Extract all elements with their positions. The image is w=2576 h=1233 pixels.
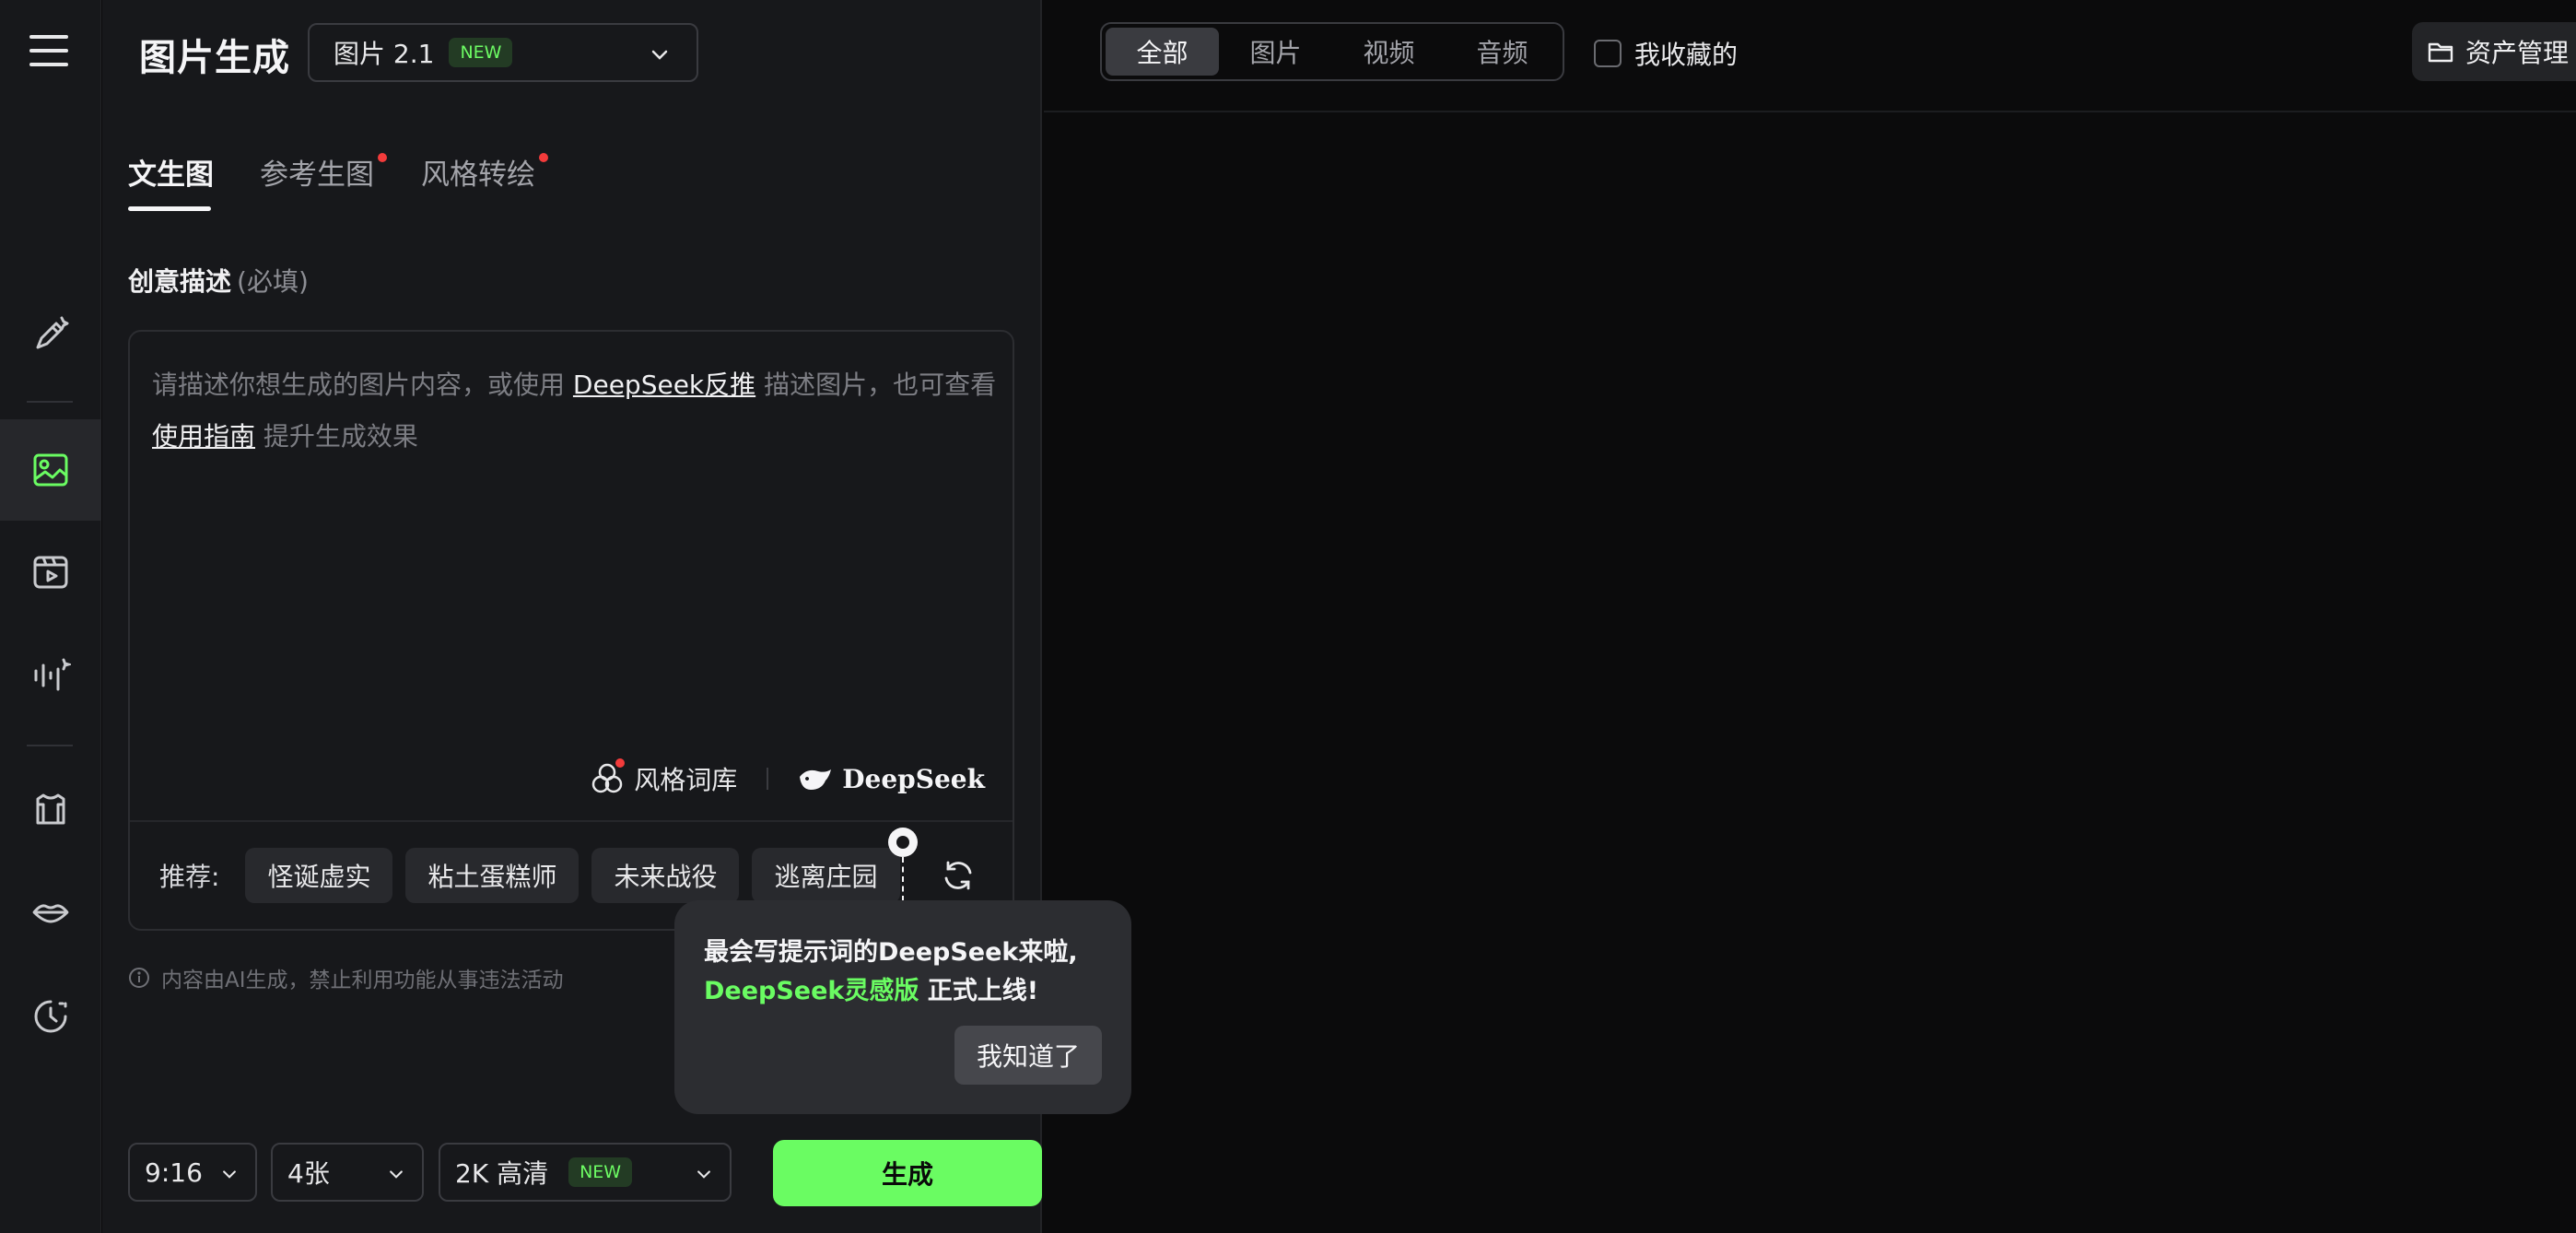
new-badge: NEW [568, 1157, 633, 1187]
rail-video-button[interactable] [0, 522, 101, 623]
history-icon [34, 1000, 67, 1033]
rail-history-button[interactable] [0, 966, 101, 1067]
folder-icon [2428, 42, 2453, 63]
style-library-button[interactable]: 风格词库 [590, 758, 737, 797]
generate-button[interactable]: 生成 [773, 1140, 1042, 1206]
recommend-chip[interactable]: 逃离庄园 [752, 848, 900, 903]
refresh-icon[interactable] [941, 858, 976, 893]
audio-wave-icon [34, 658, 71, 691]
menu-icon[interactable] [29, 35, 68, 66]
rail-audio-button[interactable] [0, 624, 101, 725]
ratio-select[interactable]: 9:16 [128, 1143, 257, 1202]
tab-style-transfer[interactable]: 风格转绘 [421, 151, 548, 193]
filter-video[interactable]: 视频 [1332, 28, 1446, 76]
checkbox-box[interactable] [1594, 40, 1622, 67]
ai-notice: 内容由AI生成，禁止利用功能从事违法活动 [128, 962, 564, 993]
rail-image-button[interactable] [0, 419, 101, 521]
new-dot [378, 153, 387, 162]
popover-line2: DeepSeek灵感版 正式上线! [704, 977, 1039, 1005]
rail-inspire-button[interactable] [0, 284, 101, 385]
model-select[interactable]: 图片 2.1 NEW [308, 23, 698, 82]
rail-divider [27, 745, 73, 746]
page-title: 图片生成 [139, 37, 290, 79]
chevron-down-icon [390, 1170, 403, 1179]
new-badge: NEW [449, 38, 513, 67]
guide-link[interactable]: 使用指南 [152, 421, 255, 452]
popover-connector [902, 857, 904, 901]
side-rail [0, 0, 101, 1233]
shirt-icon [36, 793, 65, 825]
asset-filter: 全部 图片 视频 音频 [1100, 22, 1564, 81]
deepseek-reverse-link[interactable]: DeepSeek反推 [573, 370, 755, 400]
model-label: 图片 2.1 [334, 39, 435, 69]
quality-select[interactable]: 2K 高清 NEW [439, 1143, 732, 1202]
image-icon [33, 453, 68, 487]
count-select[interactable]: 4张 [271, 1143, 424, 1202]
tab-text-to-image[interactable]: 文生图 [128, 151, 214, 193]
popover-pin [888, 828, 918, 857]
recommend-chip[interactable]: 怪诞虚实 [245, 848, 393, 903]
filter-image[interactable]: 图片 [1219, 28, 1332, 76]
rail-lipsync-button[interactable] [0, 862, 101, 963]
video-icon [33, 556, 68, 589]
prompt-label: 创意描述 (必填) [128, 266, 309, 297]
filter-audio[interactable]: 音频 [1446, 28, 1559, 76]
popover-line1: 最会写提示词的DeepSeek来啦, [704, 938, 1078, 967]
recommend-row: 推荐: 怪诞虚实 粘土蛋糕师 未来战役 逃离庄园 [159, 846, 976, 905]
chevron-down-icon [223, 1170, 236, 1179]
deepseek-popover: 最会写提示词的DeepSeek来啦, DeepSeek灵感版 正式上线! 我知道… [674, 900, 1131, 1114]
tab-reference-image[interactable]: 参考生图 [260, 151, 387, 193]
magic-pen-icon [36, 316, 69, 349]
prompt-input[interactable]: 请描述你想生成的图片内容，或使用 DeepSeek反推 描述图片，也可查看 使用… [152, 359, 1000, 463]
filter-all[interactable]: 全部 [1106, 28, 1219, 76]
recommend-label: 推荐: [159, 862, 220, 892]
whale-icon [800, 769, 832, 790]
active-tab-indicator [128, 206, 211, 211]
recommend-chip[interactable]: 粘土蛋糕师 [405, 848, 580, 903]
recommend-chip[interactable]: 未来战役 [591, 848, 740, 903]
new-dot [539, 153, 548, 162]
chevron-down-icon [697, 1170, 710, 1179]
prompt-box: 请描述你想生成的图片内容，或使用 DeepSeek反推 描述图片，也可查看 使用… [128, 330, 1014, 931]
header-divider [1044, 111, 2576, 112]
popover-ok-button[interactable]: 我知道了 [954, 1026, 1102, 1085]
lips-icon [32, 904, 69, 923]
deepseek-button[interactable]: DeepSeek [798, 764, 985, 794]
info-icon [129, 968, 149, 988]
rail-avatar-button[interactable] [0, 759, 101, 861]
recommend-divider [130, 820, 1013, 822]
favorites-checkbox[interactable]: 我收藏的 [1594, 35, 1738, 72]
rail-divider [27, 401, 73, 403]
tool-divider [767, 768, 769, 790]
asset-manager-button[interactable]: 资产管理 [2412, 22, 2576, 81]
prompt-tools: 风格词库 DeepSeek [590, 756, 985, 802]
chevron-down-icon [651, 50, 668, 60]
